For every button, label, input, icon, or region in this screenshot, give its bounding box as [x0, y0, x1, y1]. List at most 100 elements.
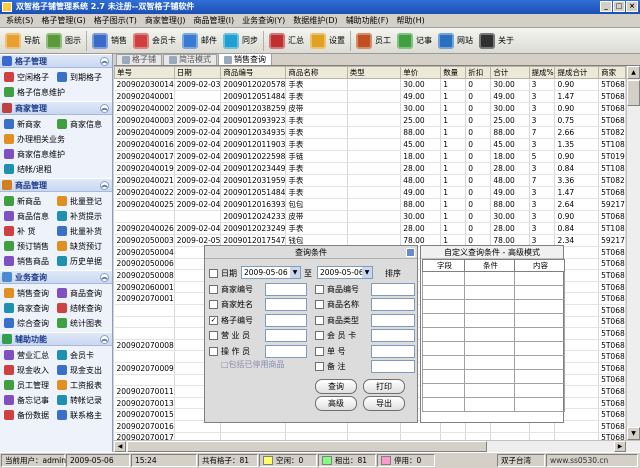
- field-input[interactable]: [371, 313, 415, 327]
- sidebar-item[interactable]: 现金支出: [57, 364, 108, 376]
- custom-query-cell[interactable]: [464, 383, 515, 398]
- toolbar-button-8[interactable]: 员工: [353, 30, 394, 52]
- field-input[interactable]: [265, 282, 307, 296]
- custom-query-row[interactable]: [422, 397, 565, 412]
- sidebar-item[interactable]: 销售商品: [4, 255, 55, 267]
- field-input[interactable]: [265, 344, 307, 358]
- toolbar-button-1[interactable]: 图示: [43, 30, 84, 52]
- sidebar-item[interactable]: 空闲格子: [4, 71, 55, 83]
- column-header[interactable]: 日期: [173, 66, 222, 79]
- horizontal-scroll-thumb[interactable]: [127, 441, 487, 452]
- tab-2[interactable]: 销售查询: [218, 53, 272, 65]
- sidebar-item[interactable]: 格子信息维护: [4, 86, 108, 98]
- sidebar-item[interactable]: 补 货: [4, 225, 55, 237]
- table-row[interactable]: 200902030014 2009-02-03 2009012020578 手表 30.…: [114, 78, 626, 91]
- field-input[interactable]: [371, 298, 415, 311]
- checkbox[interactable]: [209, 300, 218, 309]
- toolbar-button-6[interactable]: 汇总: [266, 30, 307, 52]
- vertical-scroll-thumb[interactable]: [627, 80, 640, 106]
- field-input[interactable]: [371, 282, 415, 296]
- table-row[interactable]: 200902070017 5T068: [114, 432, 626, 440]
- sidebar-section-0[interactable]: 格子管理 ︽: [0, 54, 112, 68]
- sidebar-item[interactable]: 预订销售: [4, 240, 55, 252]
- sidebar-item[interactable]: 联系格主: [57, 409, 108, 421]
- query-button[interactable]: 查询: [315, 379, 357, 394]
- maximize-button[interactable]: □: [613, 1, 625, 12]
- custom-query-cell[interactable]: [514, 327, 565, 342]
- sidebar-item[interactable]: 缺货预订: [57, 240, 108, 252]
- minimize-button[interactable]: _: [600, 1, 612, 12]
- table-row[interactable]: 200902040009 2009-02-04 2009012034935 手表 88.…: [114, 126, 626, 139]
- vertical-scrollbar[interactable]: ▲ ▼: [626, 66, 640, 440]
- table-row[interactable]: 200902040021 2009-02-04 2009012031959 手表 48.…: [114, 174, 626, 187]
- sidebar-item[interactable]: 新商家: [4, 118, 55, 130]
- custom-query-cell[interactable]: [514, 313, 565, 328]
- website-link[interactable]: www.ss0530.cn: [546, 454, 638, 467]
- custom-query-cell[interactable]: [514, 397, 565, 412]
- horizontal-scrollbar[interactable]: ◀ ▶: [114, 440, 640, 452]
- sidebar-item[interactable]: 工资报表: [57, 379, 108, 391]
- custom-query-row[interactable]: [422, 341, 565, 356]
- chevron-up-icon[interactable]: ︽: [100, 335, 109, 344]
- date-to-select[interactable]: 2009-05-06 ▼: [317, 266, 373, 279]
- table-row[interactable]: 200902040017 2009-02-04 2009012022598 手链 18.…: [114, 150, 626, 163]
- custom-query-cell[interactable]: [422, 369, 465, 384]
- tab-0[interactable]: 格子铺: [116, 54, 162, 65]
- column-header[interactable]: 商品名称: [285, 66, 348, 79]
- table-row[interactable]: 2009012024233 皮带 30.00 1 0 30.00 3 0.90 5T068: [114, 210, 626, 223]
- checkbox[interactable]: [315, 284, 324, 294]
- date-checkbox[interactable]: [209, 268, 218, 278]
- custom-query-row[interactable]: [422, 285, 565, 300]
- toolbar-button-9[interactable]: 记事: [394, 30, 435, 52]
- sidebar-item[interactable]: 到期格子: [57, 71, 108, 83]
- toolbar-button-3[interactable]: 会员卡: [130, 30, 179, 52]
- custom-query-cell[interactable]: [422, 341, 465, 356]
- custom-query-cell[interactable]: [514, 285, 565, 300]
- custom-query-cell[interactable]: [464, 313, 515, 328]
- toolbar-button-10[interactable]: 网站: [435, 30, 476, 52]
- custom-query-cell[interactable]: [514, 299, 565, 314]
- checkbox[interactable]: [315, 331, 324, 340]
- custom-query-cell[interactable]: [464, 285, 515, 300]
- custom-query-cell[interactable]: [422, 383, 465, 398]
- table-row[interactable]: 200902040026 2009-02-04 2009012023249 手表 28.…: [114, 222, 626, 235]
- custom-query-cell[interactable]: [464, 397, 515, 412]
- toolbar-button-5[interactable]: 同步: [220, 30, 261, 52]
- toolbar-button-0[interactable]: 导航: [2, 30, 43, 52]
- custom-query-row[interactable]: [422, 299, 565, 314]
- checkbox[interactable]: [209, 346, 218, 356]
- column-header[interactable]: 商家: [598, 66, 626, 79]
- toolbar-button-4[interactable]: 邮件: [179, 30, 220, 52]
- date-from-select[interactable]: 2009-05-06 ▼: [241, 266, 301, 279]
- sidebar-item[interactable]: 统计图表: [57, 317, 108, 329]
- menu-item-3[interactable]: 商家管理(J): [141, 15, 190, 26]
- field-input[interactable]: [265, 329, 307, 342]
- sidebar-item[interactable]: 销售查询: [4, 287, 55, 299]
- sidebar-item[interactable]: 备忘记事: [4, 394, 55, 406]
- sidebar-item[interactable]: 会员卡: [57, 349, 108, 361]
- sidebar-item[interactable]: 批量补货: [57, 225, 108, 237]
- sidebar-section-1[interactable]: 商家管理 ︽: [0, 101, 112, 115]
- menu-item-5[interactable]: 业务查询(Y): [238, 15, 289, 26]
- table-row[interactable]: 200902040016 2009-02-04 2009012011903 手表 45.…: [114, 138, 626, 151]
- menu-item-6[interactable]: 数据维护(D): [289, 15, 341, 26]
- custom-query-cell[interactable]: [422, 397, 465, 412]
- chevron-up-icon[interactable]: ︽: [100, 57, 109, 66]
- checkbox[interactable]: [315, 315, 324, 325]
- toolbar-button-7[interactable]: 设置: [307, 30, 348, 52]
- column-header[interactable]: 折扣: [465, 66, 492, 79]
- sidebar-item[interactable]: 结帐查询: [57, 302, 108, 314]
- table-row[interactable]: 200902040025 2009-02-04 2009012016393 包包 88.…: [114, 198, 626, 211]
- chevron-up-icon[interactable]: ︽: [100, 273, 109, 282]
- custom-query-row[interactable]: [422, 327, 565, 342]
- custom-query-cell[interactable]: [422, 285, 465, 300]
- custom-query-cell[interactable]: [464, 369, 515, 384]
- sidebar-item[interactable]: 新商品: [4, 195, 55, 207]
- custom-query-cell[interactable]: [464, 327, 515, 342]
- checkbox[interactable]: [315, 362, 324, 371]
- menu-item-7[interactable]: 辅助功能(F): [342, 15, 393, 26]
- column-header[interactable]: 商品编号: [220, 66, 287, 79]
- query-panel-icon[interactable]: [406, 248, 415, 257]
- field-input[interactable]: [265, 298, 307, 311]
- sidebar-item[interactable]: 办理相关业务: [4, 133, 108, 145]
